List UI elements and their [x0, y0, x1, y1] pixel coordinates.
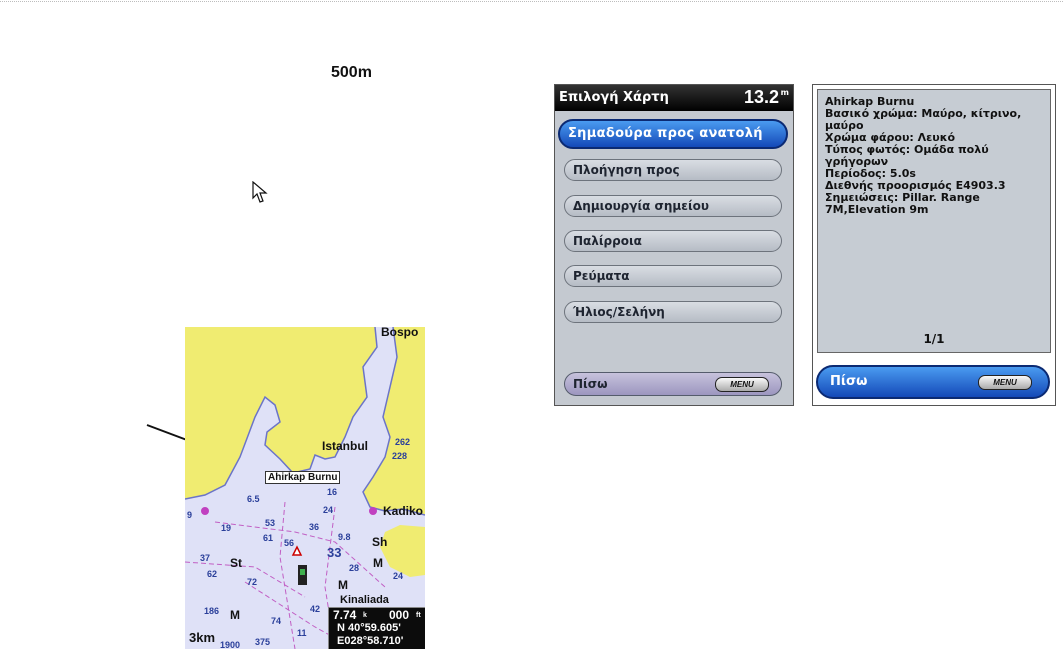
- menu-key-icon: MENU: [978, 375, 1032, 390]
- depth-sounding: 228: [392, 451, 408, 461]
- info-content: Ahirkap Burnu Βασικό χρώμα: Μαύρο, κίτρι…: [817, 89, 1051, 353]
- back-button-label: Πίσω: [573, 377, 608, 391]
- depth-sounding: 1900: [220, 640, 241, 649]
- depth-sounding: 36: [309, 522, 320, 532]
- depth-sounding: 42: [310, 604, 321, 614]
- depth-sounding: 28: [349, 563, 360, 573]
- menu-item-currents[interactable]: Ρεύματα: [564, 265, 782, 287]
- distance-value: 13.2: [743, 87, 779, 107]
- depth-sounding: 375: [255, 637, 271, 647]
- depth-sounding: 24: [323, 505, 334, 515]
- menu-key-icon: MENU: [715, 377, 769, 392]
- depth-sounding: 9.8: [338, 532, 351, 542]
- depth-sounding: 74: [271, 616, 282, 626]
- page-indicator: 1/1: [923, 332, 945, 346]
- depth-sounding: 62: [207, 569, 218, 579]
- depth-sounding: 6.5: [247, 494, 260, 504]
- depth-sounding: 9: [187, 510, 193, 520]
- buoy-info-panel: Ahirkap Burnu Βασικό χρώμα: Μαύρο, κίτρι…: [812, 84, 1056, 406]
- longitude-value: E028°58.710': [337, 635, 404, 647]
- depth-sounding: 72: [247, 577, 258, 587]
- back-button[interactable]: Πίσω MENU: [564, 372, 782, 396]
- map-label-kinaliada: Kinaliada: [340, 594, 389, 606]
- depth-sounding: 16: [327, 487, 338, 497]
- map-label-bospor: Bospo: [381, 327, 419, 339]
- map-label-istanbul: Istanbul: [322, 439, 369, 453]
- latitude-value: N 40°59.605': [337, 622, 401, 634]
- map-label-m: M: [373, 556, 383, 570]
- map-label-m: M: [230, 608, 240, 622]
- info-line: 7M,Elevation 9m: [825, 203, 929, 216]
- depth-sounding: 262: [395, 437, 411, 447]
- depth-sounding: 19: [221, 523, 232, 533]
- heading-value: 000: [389, 608, 410, 622]
- chart-map[interactable]: Bospo Istanbul Ahirkap Burnu Kadiko Sh S…: [185, 327, 425, 649]
- depth-sounding: 37: [200, 553, 211, 563]
- distance-unit: m: [780, 88, 789, 97]
- depth-sounding: 24: [393, 571, 404, 581]
- menu-item-navigate-to[interactable]: Πλοήγηση προς: [564, 159, 782, 181]
- menu-title: Επιλογή Χάρτη: [559, 90, 669, 105]
- map-label-kadiko: Kadiko: [383, 504, 424, 518]
- depth-sounding: 53: [265, 518, 276, 528]
- back-button[interactable]: Πίσω MENU: [816, 365, 1050, 399]
- depth-sounding: 33: [327, 545, 342, 560]
- heading-unit: ft: [416, 612, 421, 619]
- map-label-sh: Sh: [372, 535, 388, 549]
- depth-sounding: 61: [263, 533, 274, 543]
- menu-item-sun-moon[interactable]: Ήλιος/Σελήνη: [564, 301, 782, 323]
- depth-sounding: 186: [204, 606, 220, 616]
- menu-item-tides[interactable]: Παλίρροια: [564, 230, 782, 252]
- position-data-box: 7.74 k 000 ft N 40°59.605' E028°58.710': [328, 607, 425, 649]
- depth-sounding: 11: [297, 628, 307, 638]
- map-label-m: M: [338, 578, 348, 592]
- menu-item-create-waypoint[interactable]: Δημιουργία σημείου: [564, 195, 782, 217]
- map-scale-label: 3km: [189, 630, 216, 645]
- map-options-menu: Επιλογή Χάρτη 13.2 m Σημαδούρα προς ανατ…: [554, 84, 794, 406]
- speed-value: 7.74: [333, 608, 357, 622]
- map-background: [185, 327, 425, 649]
- zoom-scale-label: 500m: [331, 64, 372, 81]
- speed-unit: k: [363, 612, 367, 619]
- menu-item-buoy-east[interactable]: Σημαδούρα προς ανατολή: [558, 119, 788, 149]
- depth-sounding: 56: [284, 538, 295, 548]
- waypoint-callout-label[interactable]: Ahirkap Burnu: [265, 471, 341, 484]
- back-button-label: Πίσω: [830, 374, 868, 389]
- menu-header: Επιλογή Χάρτη 13.2 m: [555, 85, 793, 111]
- map-label-st: St: [230, 556, 242, 570]
